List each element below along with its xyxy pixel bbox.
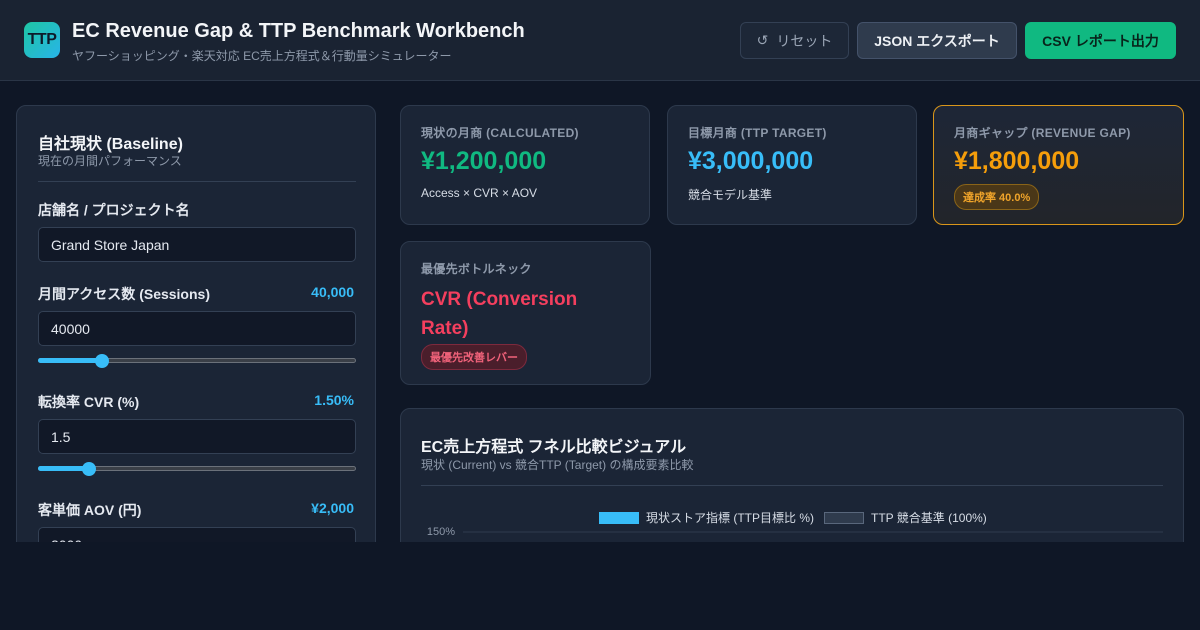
sessions-input[interactable]: 40000 — [38, 311, 356, 346]
baseline-panel: 自社現状 (Baseline) 現在の月間パフォーマンス 店舗名 / プロジェク… — [16, 105, 376, 565]
slider-thumb[interactable] — [82, 462, 96, 476]
revenue-gap-value: ¥1,800,000 — [954, 147, 1080, 175]
y-tick-label: 150% — [427, 526, 455, 538]
revenue-gap-label: 月商ギャップ (REVENUE GAP) — [954, 126, 1131, 140]
bottleneck-label: 最優先ボトルネック — [421, 262, 532, 276]
json-export-button[interactable]: JSON エクスポート — [857, 22, 1017, 59]
app-header: TTP EC Revenue Gap & TTP Benchmark Workb… — [0, 0, 1200, 81]
target-revenue-card: 目標月商 (TTP TARGET) ¥3,000,000 競合モデル基準 — [667, 105, 917, 225]
divider — [421, 485, 1163, 486]
app-title: EC Revenue Gap & TTP Benchmark Workbench — [72, 20, 525, 42]
current-revenue-value: ¥1,200,000 — [421, 147, 547, 175]
divider — [38, 181, 356, 182]
aov-value: ¥2,000 — [311, 500, 354, 516]
current-revenue-note: Access × CVR × AOV — [421, 186, 538, 200]
sessions-slider[interactable] — [38, 354, 356, 368]
app-subtitle: ヤフーショッピング・楽天対応 EC売上方程式＆行動量シミュレーター — [72, 49, 452, 63]
store-name-input[interactable]: Grand Store Japan — [38, 227, 356, 262]
csv-export-button[interactable]: CSV レポート出力 — [1025, 22, 1176, 59]
baseline-title: 自社現状 (Baseline) — [38, 136, 183, 153]
csv-export-label: CSV レポート出力 — [1042, 32, 1159, 49]
aov-label: 客単価 AOV (円) — [38, 502, 142, 518]
target-revenue-label: 目標月商 (TTP TARGET) — [688, 126, 827, 140]
cvr-input[interactable]: 1.5 — [38, 419, 356, 454]
json-export-label: JSON エクスポート — [874, 32, 1000, 49]
reset-button-label: リセット — [776, 32, 833, 49]
bottleneck-value: CVR (Conversion Rate) — [421, 289, 578, 339]
revenue-gap-card: 月商ギャップ (REVENUE GAP) ¥1,800,000 達成率 40.0… — [933, 105, 1184, 225]
sessions-value: 40,000 — [311, 284, 354, 300]
baseline-subtitle: 現在の月間パフォーマンス — [38, 154, 182, 168]
refresh-icon: ↺ — [756, 32, 769, 48]
slider-thumb[interactable] — [95, 354, 109, 368]
chart-title: EC売上方程式 フネル比較ビジュアル — [421, 439, 687, 456]
current-revenue-label: 現状の月商 (CALCULATED) — [421, 126, 579, 140]
sessions-label: 月間アクセス数 (Sessions) — [38, 286, 210, 302]
target-revenue-note: 競合モデル基準 — [688, 188, 773, 202]
cvr-slider[interactable] — [38, 462, 356, 476]
current-revenue-card: 現状の月商 (CALCULATED) ¥1,200,000 Access × C… — [400, 105, 650, 225]
target-revenue-value: ¥3,000,000 — [688, 147, 814, 175]
chart-subtitle: 現状 (Current) vs 競合TTP (Target) の構成要素比較 — [421, 458, 694, 472]
priority-badge: 最優先改善レバー — [421, 344, 527, 370]
viewport-background — [0, 542, 1200, 630]
cvr-label: 転換率 CVR (%) — [38, 394, 140, 410]
bottleneck-card: 最優先ボトルネック CVR (Conversion Rate) 最優先改善レバー — [400, 241, 651, 385]
slider-fill — [38, 358, 102, 363]
cvr-value: 1.50% — [314, 392, 354, 408]
reset-button[interactable]: ↺ リセット — [740, 22, 849, 59]
store-name-label: 店舗名 / プロジェクト名 — [38, 202, 190, 218]
app-logo: TTP — [24, 22, 60, 58]
achievement-badge: 達成率 40.0% — [954, 184, 1040, 210]
